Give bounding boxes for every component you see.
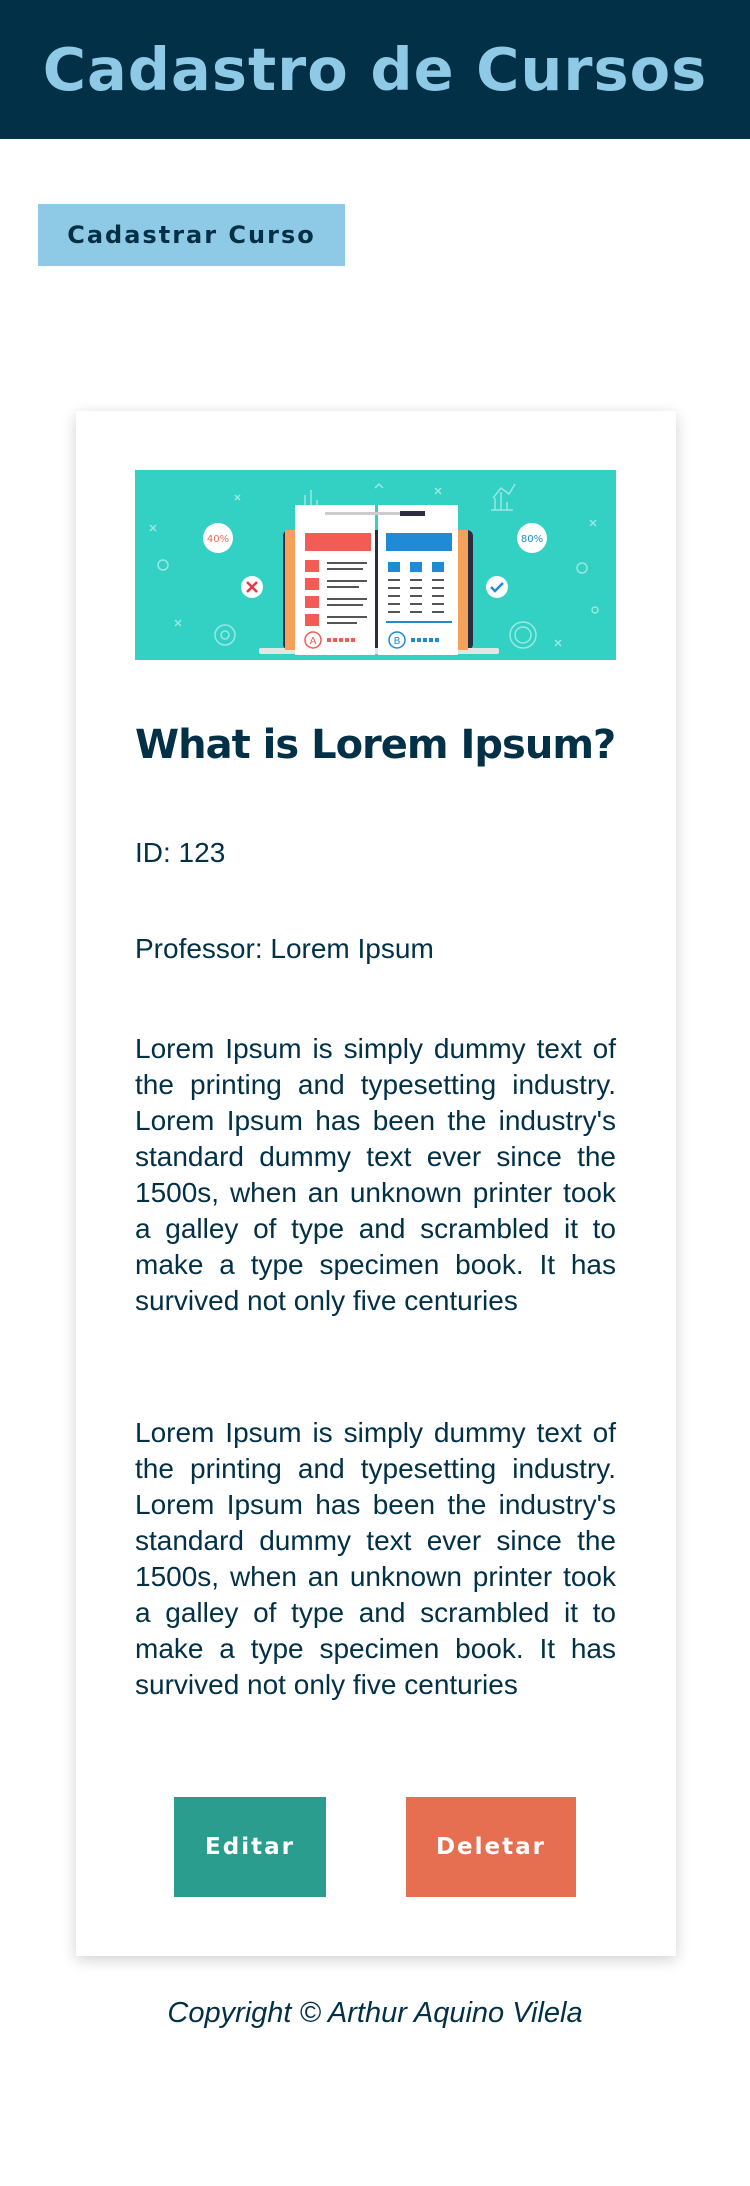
- course-description-2: Lorem Ipsum is simply dummy text of the …: [135, 1417, 616, 1700]
- page-title: Cadastro de Cursos: [42, 35, 708, 104]
- delete-button[interactable]: Deletar: [406, 1797, 576, 1897]
- edit-button[interactable]: Editar: [174, 1797, 326, 1897]
- course-id: ID: 123: [135, 837, 226, 868]
- course-title: What is Lorem Ipsum?: [135, 722, 616, 768]
- course-description-1: Lorem Ipsum is simply dummy text of the …: [135, 1033, 616, 1316]
- svg-text:40%: 40%: [207, 534, 229, 545]
- svg-text:80%: 80%: [521, 534, 543, 545]
- online-course-illustration-icon: 40% 80% A B: [135, 470, 616, 660]
- page-header: Cadastro de Cursos: [0, 0, 750, 139]
- svg-text:B: B: [394, 636, 401, 647]
- course-card: 40% 80% A B What is Lorem Ipsum? ID: 123…: [76, 411, 676, 1956]
- course-image: 40% 80% A B: [135, 470, 616, 660]
- footer-copyright: Copyright © Arthur Aquino Vilela: [167, 1997, 583, 2029]
- svg-text:A: A: [310, 636, 317, 647]
- course-professor: Professor: Lorem Ipsum: [135, 933, 434, 964]
- register-course-button[interactable]: Cadastrar Curso: [38, 204, 345, 266]
